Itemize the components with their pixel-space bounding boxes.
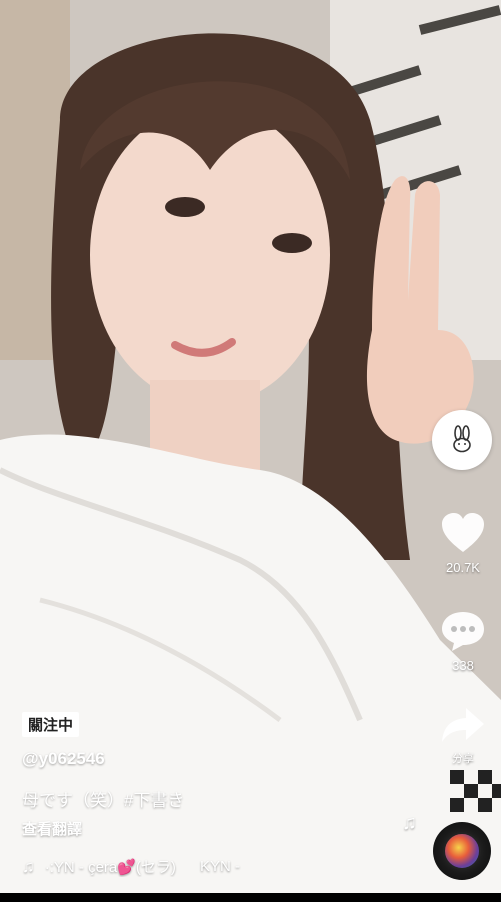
comment-bubble-icon[interactable]	[440, 610, 486, 652]
like-action[interactable]: 20.7K	[431, 512, 495, 575]
heart-icon[interactable]	[440, 512, 486, 554]
bunny-icon	[453, 425, 471, 453]
following-badge[interactable]: 關注中	[22, 712, 80, 737]
comment-count: 338	[452, 658, 474, 673]
share-action[interactable]: 分享	[431, 706, 495, 766]
floating-music-note-icon: ♫	[402, 812, 417, 834]
music-track-text: ·:YN - çera💕(セラ)	[44, 859, 176, 876]
music-marquee[interactable]: ♫ ·:YN - çera💕(セラ) KYN -	[22, 856, 342, 877]
share-label: 分享	[452, 753, 474, 765]
video-feed-screen: 20.7K 338 分享 關注中 @y062546 母です（笑）#下書き 查看翻…	[0, 0, 501, 902]
bottom-edge	[0, 893, 501, 902]
like-count: 20.7K	[446, 560, 480, 575]
music-cover-art	[443, 832, 481, 870]
creator-avatar-button[interactable]	[432, 410, 492, 470]
music-track-text-repeat: KYN -	[199, 858, 240, 875]
see-translation-link[interactable]: 查看翻譯	[22, 818, 82, 839]
video-caption: 母です（笑）#下書き	[22, 791, 185, 810]
music-disc-button[interactable]	[433, 822, 491, 880]
share-arrow-icon[interactable]	[440, 706, 486, 744]
music-note-icon: ♫	[22, 856, 35, 876]
creator-username[interactable]: @y062546	[22, 749, 105, 769]
comment-action[interactable]: 338	[431, 610, 495, 673]
